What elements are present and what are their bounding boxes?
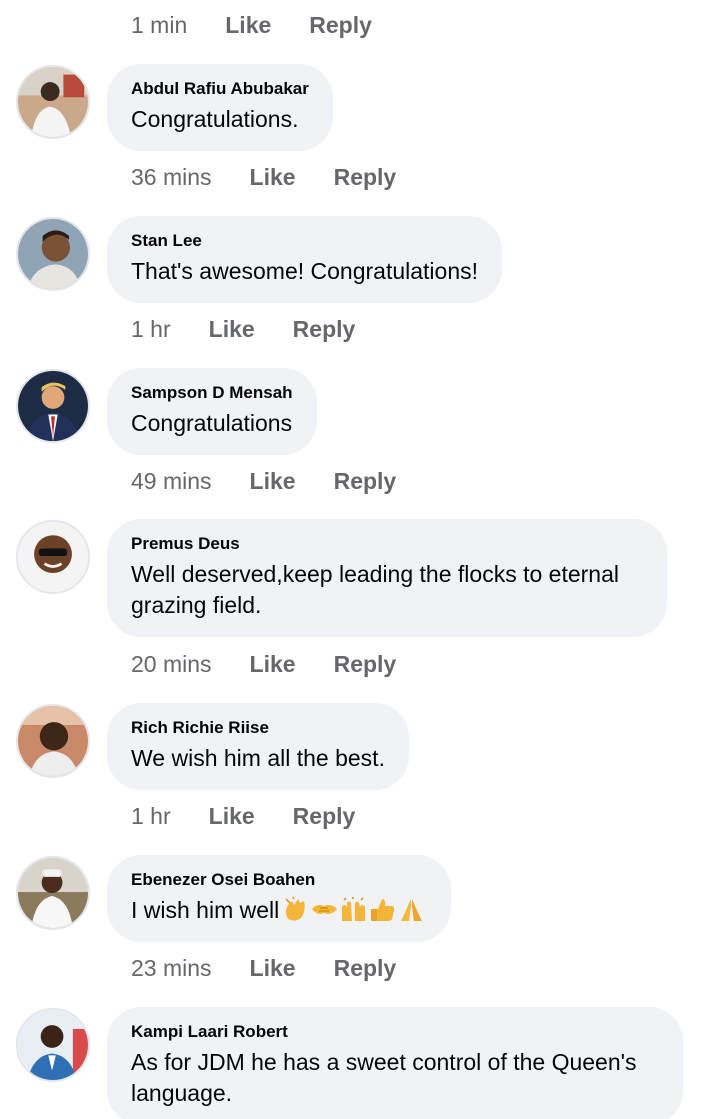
reply-button[interactable]: Reply xyxy=(334,955,397,982)
thumbs-up-icon xyxy=(369,897,396,922)
comment-meta: 23 mins Like Reply xyxy=(131,953,396,983)
avatar[interactable] xyxy=(16,704,90,778)
comment-author[interactable]: Abdul Rafiu Abubakar xyxy=(131,79,309,99)
comment-meta: 49 mins Like Reply xyxy=(131,466,396,496)
comment-meta: 36 mins Like Reply xyxy=(131,162,396,192)
avatar[interactable] xyxy=(16,369,90,443)
comment-text: That's awesome! Congratulations! xyxy=(131,258,479,284)
reply-button[interactable]: Reply xyxy=(334,651,397,678)
comment-bubble: Kampi Laari Robert As for JDM he has a s… xyxy=(107,1007,683,1119)
avatar[interactable] xyxy=(16,217,90,291)
timestamp: 1 min xyxy=(131,11,188,38)
emoji-row xyxy=(282,896,427,922)
like-button[interactable]: Like xyxy=(250,651,296,678)
like-button[interactable]: Like xyxy=(209,803,255,830)
reply-button[interactable]: Reply xyxy=(293,803,356,830)
comment-author[interactable]: Stan Lee xyxy=(131,231,478,251)
avatar[interactable] xyxy=(16,1008,90,1082)
timestamp: 1 hr xyxy=(131,802,171,829)
timestamp: 49 mins xyxy=(131,467,212,494)
timestamp: 23 mins xyxy=(131,954,212,981)
timestamp: 1 hr xyxy=(131,315,171,342)
comment-author[interactable]: Ebenezer Osei Boahen xyxy=(131,870,427,890)
avatar[interactable] xyxy=(16,520,90,594)
comment-author[interactable]: Premus Deus xyxy=(131,534,643,554)
comment-bubble: Stan Lee That's awesome! Congratulations… xyxy=(107,216,503,303)
comment-bubble: Sampson D Mensah Congratulations xyxy=(107,368,317,455)
comment-bubble: Ebenezer Osei Boahen I wish him well xyxy=(107,855,452,942)
comment-bubble: Abdul Rafiu Abubakar Congratulations. xyxy=(107,64,333,151)
reply-button[interactable]: Reply xyxy=(334,164,397,191)
like-button[interactable]: Like xyxy=(250,468,296,495)
avatar[interactable] xyxy=(16,856,90,930)
reply-button[interactable]: Reply xyxy=(309,12,372,39)
like-button[interactable]: Like xyxy=(209,316,255,343)
comment-bubble: Rich Richie Riise We wish him all the be… xyxy=(107,703,409,790)
like-button[interactable]: Like xyxy=(250,955,296,982)
comment-meta: 1 hr Like Reply xyxy=(131,314,355,344)
timestamp: 36 mins xyxy=(131,163,212,190)
comment-author[interactable]: Rich Richie Riise xyxy=(131,718,385,738)
comment-meta: 20 mins Like Reply xyxy=(131,649,396,679)
comment-text: As for JDM he has a sweet control of the… xyxy=(131,1049,637,1106)
like-button[interactable]: Like xyxy=(250,164,296,191)
comment-text: Well deserved,keep leading the flocks to… xyxy=(131,561,619,618)
reply-button[interactable]: Reply xyxy=(334,468,397,495)
comment-text: We wish him all the best. xyxy=(131,745,385,771)
folded-hands-icon xyxy=(398,897,425,922)
clapping-hands-icon xyxy=(282,896,309,922)
like-button[interactable]: Like xyxy=(225,12,271,39)
timestamp: 20 mins xyxy=(131,650,212,677)
raising-hands-icon xyxy=(340,897,367,922)
comment-author[interactable]: Sampson D Mensah xyxy=(131,383,293,403)
comment-text: I wish him well xyxy=(131,895,427,926)
handshake-icon xyxy=(311,897,338,922)
comment-bubble: Premus Deus Well deserved,keep leading t… xyxy=(107,519,667,637)
comment-text: Congratulations xyxy=(131,410,293,436)
reply-button[interactable]: Reply xyxy=(293,316,356,343)
comment-author[interactable]: Kampi Laari Robert xyxy=(131,1022,659,1042)
avatar[interactable] xyxy=(16,65,90,139)
comment-meta-top: 1 min Like Reply xyxy=(131,10,372,40)
comment-text: Congratulations. xyxy=(131,106,299,132)
comment-meta: 1 hr Like Reply xyxy=(131,801,355,831)
